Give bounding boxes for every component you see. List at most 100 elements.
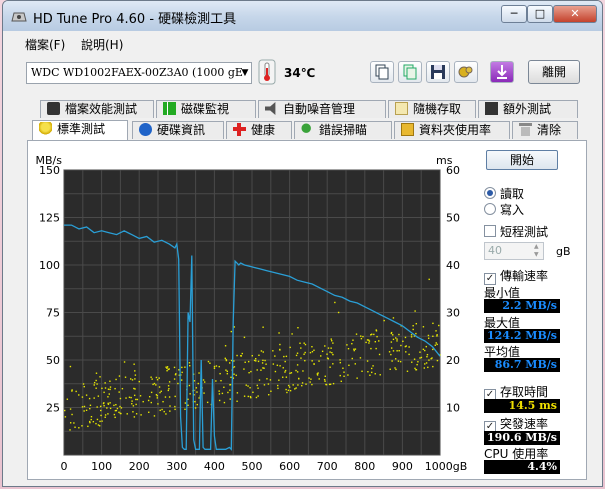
access-time-point — [410, 334, 413, 336]
access-time-point — [295, 369, 297, 372]
access-time-point — [156, 397, 159, 399]
access-time-point — [215, 365, 218, 367]
access-time-point — [119, 397, 122, 400]
access-time-point — [342, 367, 344, 369]
access-time-point — [104, 414, 107, 416]
menu-help[interactable]: 說明(H) — [81, 36, 123, 53]
short-test-unit: gB — [556, 245, 571, 258]
access-time-point — [425, 362, 428, 364]
spinner-arrows-icon[interactable]: ▲ ▼ — [534, 243, 543, 259]
access-time-point — [337, 311, 340, 314]
write-radio[interactable]: 寫入 — [484, 201, 524, 218]
access-time-point — [224, 357, 227, 360]
maximize-button[interactable]: □ — [527, 5, 553, 23]
access-time-point — [299, 342, 301, 344]
access-time-point — [432, 365, 434, 368]
access-time-point — [114, 416, 116, 419]
access-time-point — [354, 363, 356, 365]
tab-disk-monitor[interactable]: 磁碟監視 — [156, 100, 256, 118]
tab-noise-management[interactable]: 自動噪音管理 — [258, 100, 386, 118]
menu-file[interactable]: 檔案(F) — [25, 36, 65, 53]
copy-info-button[interactable] — [398, 61, 422, 83]
access-time-point — [233, 373, 235, 375]
access-time-point — [243, 395, 246, 397]
save-button[interactable] — [426, 61, 450, 83]
access-time-point — [69, 408, 72, 410]
exit-button[interactable]: 離開 — [528, 60, 580, 84]
thermometer-icon — [258, 59, 276, 85]
chevron-down-icon[interactable]: ▼ — [238, 62, 252, 84]
access-time-point — [285, 388, 287, 391]
access-time-point — [415, 322, 418, 325]
access-time-point — [318, 378, 320, 380]
tab-random-access[interactable]: 隨機存取 — [388, 100, 476, 118]
tab-error-scan[interactable]: 錯誤掃瞄 — [294, 121, 392, 139]
tab-erase[interactable]: 清除 — [512, 121, 578, 139]
access-time-point — [304, 359, 306, 362]
tab-health[interactable]: 健康 — [226, 121, 292, 139]
read-radio[interactable]: 讀取 — [484, 185, 524, 202]
access-time-point — [425, 345, 427, 348]
access-time-point — [417, 361, 419, 363]
tab-benchmark[interactable]: 標準測試 — [32, 120, 128, 141]
access-time-point — [135, 398, 137, 401]
drive-select[interactable]: WDC WD1002FAEX-00Z3A0 (1000 gE — [26, 62, 252, 84]
access-time-point — [168, 368, 170, 370]
access-time-point — [99, 376, 101, 378]
access-time-point — [436, 359, 439, 362]
window-title: HD Tune Pro 4.60 - 硬碟檢測工具 — [33, 12, 237, 27]
access-time-point — [64, 409, 66, 412]
download-button[interactable] — [490, 61, 514, 83]
access-time-point — [169, 410, 171, 412]
access-time-point — [424, 349, 426, 352]
access-time-point — [100, 414, 102, 417]
minimize-button[interactable]: ─ — [501, 5, 527, 23]
title-bar[interactable]: HD Tune Pro 4.60 - 硬碟檢測工具 ─ □ ✕ — [3, 1, 602, 31]
access-time-point — [279, 365, 281, 367]
options-button[interactable] — [454, 61, 478, 83]
access-time-point — [415, 369, 418, 371]
copy-button[interactable] — [370, 61, 394, 83]
access-time-point — [395, 368, 397, 371]
access-time-point — [297, 327, 299, 329]
access-time-point — [133, 363, 135, 365]
access-time-point — [296, 364, 299, 366]
access-time-point — [294, 388, 296, 390]
access-time-point — [331, 340, 333, 342]
start-button[interactable]: 開始 — [486, 150, 558, 170]
access-time-point — [96, 406, 98, 408]
access-time-point — [311, 346, 313, 348]
access-time-point — [236, 354, 238, 357]
access-time-point — [101, 387, 103, 390]
access-time-point — [284, 360, 286, 363]
access-time-point — [257, 395, 259, 397]
access-time-point — [371, 371, 373, 374]
tab-file-benchmark[interactable]: 檔案效能測試 — [40, 100, 154, 118]
access-time-point — [262, 359, 264, 362]
access-time-point — [438, 324, 440, 327]
access-time-point — [305, 383, 307, 385]
access-time-point — [247, 360, 250, 363]
transfer-rate-checkbox[interactable]: ✓ 傳輸速率 — [484, 267, 548, 285]
access-time-point — [177, 382, 179, 385]
access-time-point — [78, 394, 80, 396]
access-time-point — [432, 335, 434, 337]
access-time-point — [354, 348, 357, 350]
access-time-point — [318, 360, 320, 362]
access-time-point — [392, 338, 395, 341]
access-time-point — [69, 365, 72, 368]
access-time-point — [348, 364, 350, 367]
tab-folder-usage[interactable]: 資料夾使用率 — [394, 121, 510, 139]
access-time-point — [332, 382, 335, 385]
hdtune-app-icon — [11, 12, 27, 22]
access-time-point — [241, 352, 243, 355]
tab-extra-tests[interactable]: 額外測試 — [478, 100, 578, 118]
tab-info[interactable]: 硬碟資訊 — [132, 121, 224, 139]
access-time-point — [327, 347, 330, 349]
access-time-point — [103, 391, 105, 394]
short-test-checkbox[interactable]: 短程測試 — [484, 223, 548, 240]
access-time-point — [229, 398, 231, 400]
access-time-point — [83, 385, 85, 388]
access-time-point — [69, 422, 72, 424]
close-button[interactable]: ✕ — [553, 5, 597, 23]
